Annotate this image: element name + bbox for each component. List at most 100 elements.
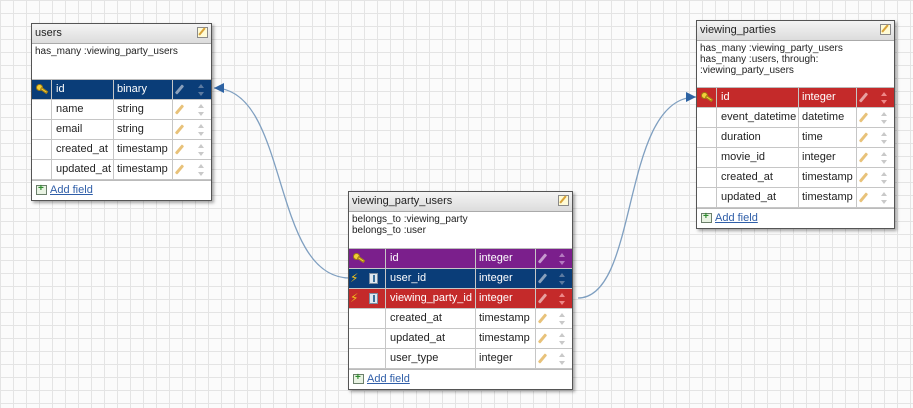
field-marker <box>32 140 52 159</box>
pencil-icon[interactable] <box>174 124 185 135</box>
add-field-icon[interactable] <box>36 183 47 195</box>
field-row[interactable]: id integer <box>697 88 894 108</box>
field-actions <box>857 88 892 107</box>
note-icon[interactable] <box>197 27 208 38</box>
table-footer: Add field <box>349 369 572 389</box>
sort-arrows-icon[interactable] <box>559 273 566 285</box>
sort-arrows-icon[interactable] <box>881 172 888 184</box>
field-marker: ⚡ <box>349 269 386 288</box>
sort-arrows-icon[interactable] <box>881 132 888 144</box>
sort-arrows-icon[interactable] <box>559 293 566 305</box>
field-marker <box>32 80 52 99</box>
field-row[interactable]: event_datetime datetime <box>697 108 894 128</box>
pencil-icon[interactable] <box>858 172 869 183</box>
pencil-icon[interactable] <box>858 192 869 203</box>
sort-arrows-icon[interactable] <box>559 253 566 265</box>
field-row[interactable]: created_at timestamp <box>32 140 211 160</box>
field-name: event_datetime <box>717 108 799 127</box>
association-line: belongs_to :viewing_party <box>352 214 468 225</box>
field-actions <box>536 289 570 308</box>
pencil-icon[interactable] <box>537 313 548 324</box>
field-row[interactable]: name string <box>32 100 211 120</box>
field-type: timestamp <box>799 168 857 187</box>
add-field-icon[interactable] <box>701 211 712 223</box>
field-row[interactable]: ⚡ user_id integer <box>349 269 572 289</box>
pencil-icon[interactable] <box>174 84 185 95</box>
field-marker <box>697 108 717 127</box>
sort-arrows-icon[interactable] <box>559 313 566 325</box>
field-name: duration <box>717 128 799 147</box>
note-icon[interactable] <box>558 195 569 206</box>
pencil-icon[interactable] <box>174 144 185 155</box>
pencil-icon[interactable] <box>537 273 548 284</box>
pencil-icon[interactable] <box>858 132 869 143</box>
table-header[interactable]: viewing_party_users <box>349 192 572 212</box>
field-actions <box>536 349 570 368</box>
add-field-link[interactable]: Add field <box>367 373 410 385</box>
field-row[interactable]: movie_id integer <box>697 148 894 168</box>
sort-arrows-icon[interactable] <box>881 152 888 164</box>
table-users[interactable]: users has_many :viewing_party_users id b… <box>31 23 212 201</box>
field-row[interactable]: id binary <box>32 80 211 100</box>
field-name: user_type <box>386 349 476 368</box>
field-row[interactable]: created_at timestamp <box>697 168 894 188</box>
pencil-icon[interactable] <box>537 353 548 364</box>
sort-arrows-icon[interactable] <box>198 124 205 136</box>
association-line: has_many :viewing_party_users <box>700 43 843 54</box>
pencil-icon[interactable] <box>174 164 185 175</box>
field-type: time <box>799 128 857 147</box>
field-actions <box>857 168 892 187</box>
association-line: has_many :users, through: <box>700 54 819 65</box>
add-field-link[interactable]: Add field <box>50 184 93 196</box>
field-marker <box>697 168 717 187</box>
sort-arrows-icon[interactable] <box>881 192 888 204</box>
field-name: created_at <box>52 140 114 159</box>
field-row[interactable]: user_type integer <box>349 349 572 369</box>
bolt-icon: ⚡ <box>350 291 359 305</box>
field-actions <box>536 249 570 268</box>
note-icon[interactable] <box>880 24 891 35</box>
field-row[interactable]: created_at timestamp <box>349 309 572 329</box>
field-type: integer <box>476 289 536 308</box>
sort-arrows-icon[interactable] <box>559 333 566 345</box>
pencil-icon[interactable] <box>537 293 548 304</box>
key-icon <box>353 253 365 264</box>
field-name: updated_at <box>52 160 114 179</box>
field-row[interactable]: email string <box>32 120 211 140</box>
pencil-icon[interactable] <box>858 112 869 123</box>
field-type: datetime <box>799 108 857 127</box>
sort-arrows-icon[interactable] <box>198 84 205 96</box>
pencil-icon[interactable] <box>537 253 548 264</box>
field-name: id <box>717 88 799 107</box>
field-marker <box>697 188 717 207</box>
add-field-icon[interactable] <box>353 372 364 384</box>
field-type: timestamp <box>114 140 173 159</box>
pencil-icon[interactable] <box>858 152 869 163</box>
sort-arrows-icon[interactable] <box>198 164 205 176</box>
field-row[interactable]: id integer <box>349 249 572 269</box>
sort-arrows-icon[interactable] <box>198 104 205 116</box>
table-header[interactable]: users <box>32 24 211 44</box>
field-actions <box>173 120 209 139</box>
sort-arrows-icon[interactable] <box>881 92 888 104</box>
pencil-icon[interactable] <box>858 92 869 103</box>
field-row[interactable]: updated_at timestamp <box>349 329 572 349</box>
table-viewing-parties[interactable]: viewing_parties has_many :viewing_party_… <box>696 20 895 229</box>
table-header[interactable]: viewing_parties <box>697 21 894 41</box>
field-row[interactable]: updated_at timestamp <box>697 188 894 208</box>
pencil-icon[interactable] <box>174 104 185 115</box>
field-row[interactable]: updated_at timestamp <box>32 160 211 180</box>
sort-arrows-icon[interactable] <box>198 144 205 156</box>
table-viewing-party-users[interactable]: viewing_party_users belongs_to :viewing_… <box>348 191 573 390</box>
field-actions <box>857 128 892 147</box>
sort-arrows-icon[interactable] <box>559 353 566 365</box>
pencil-icon[interactable] <box>537 333 548 344</box>
field-row[interactable]: ⚡ viewing_party_id integer <box>349 289 572 309</box>
field-row[interactable]: duration time <box>697 128 894 148</box>
association-line: has_many :viewing_party_users <box>35 46 178 57</box>
field-name: updated_at <box>717 188 799 207</box>
field-actions <box>173 140 209 159</box>
sort-arrows-icon[interactable] <box>881 112 888 124</box>
add-field-link[interactable]: Add field <box>715 212 758 224</box>
link-icon <box>369 293 378 304</box>
